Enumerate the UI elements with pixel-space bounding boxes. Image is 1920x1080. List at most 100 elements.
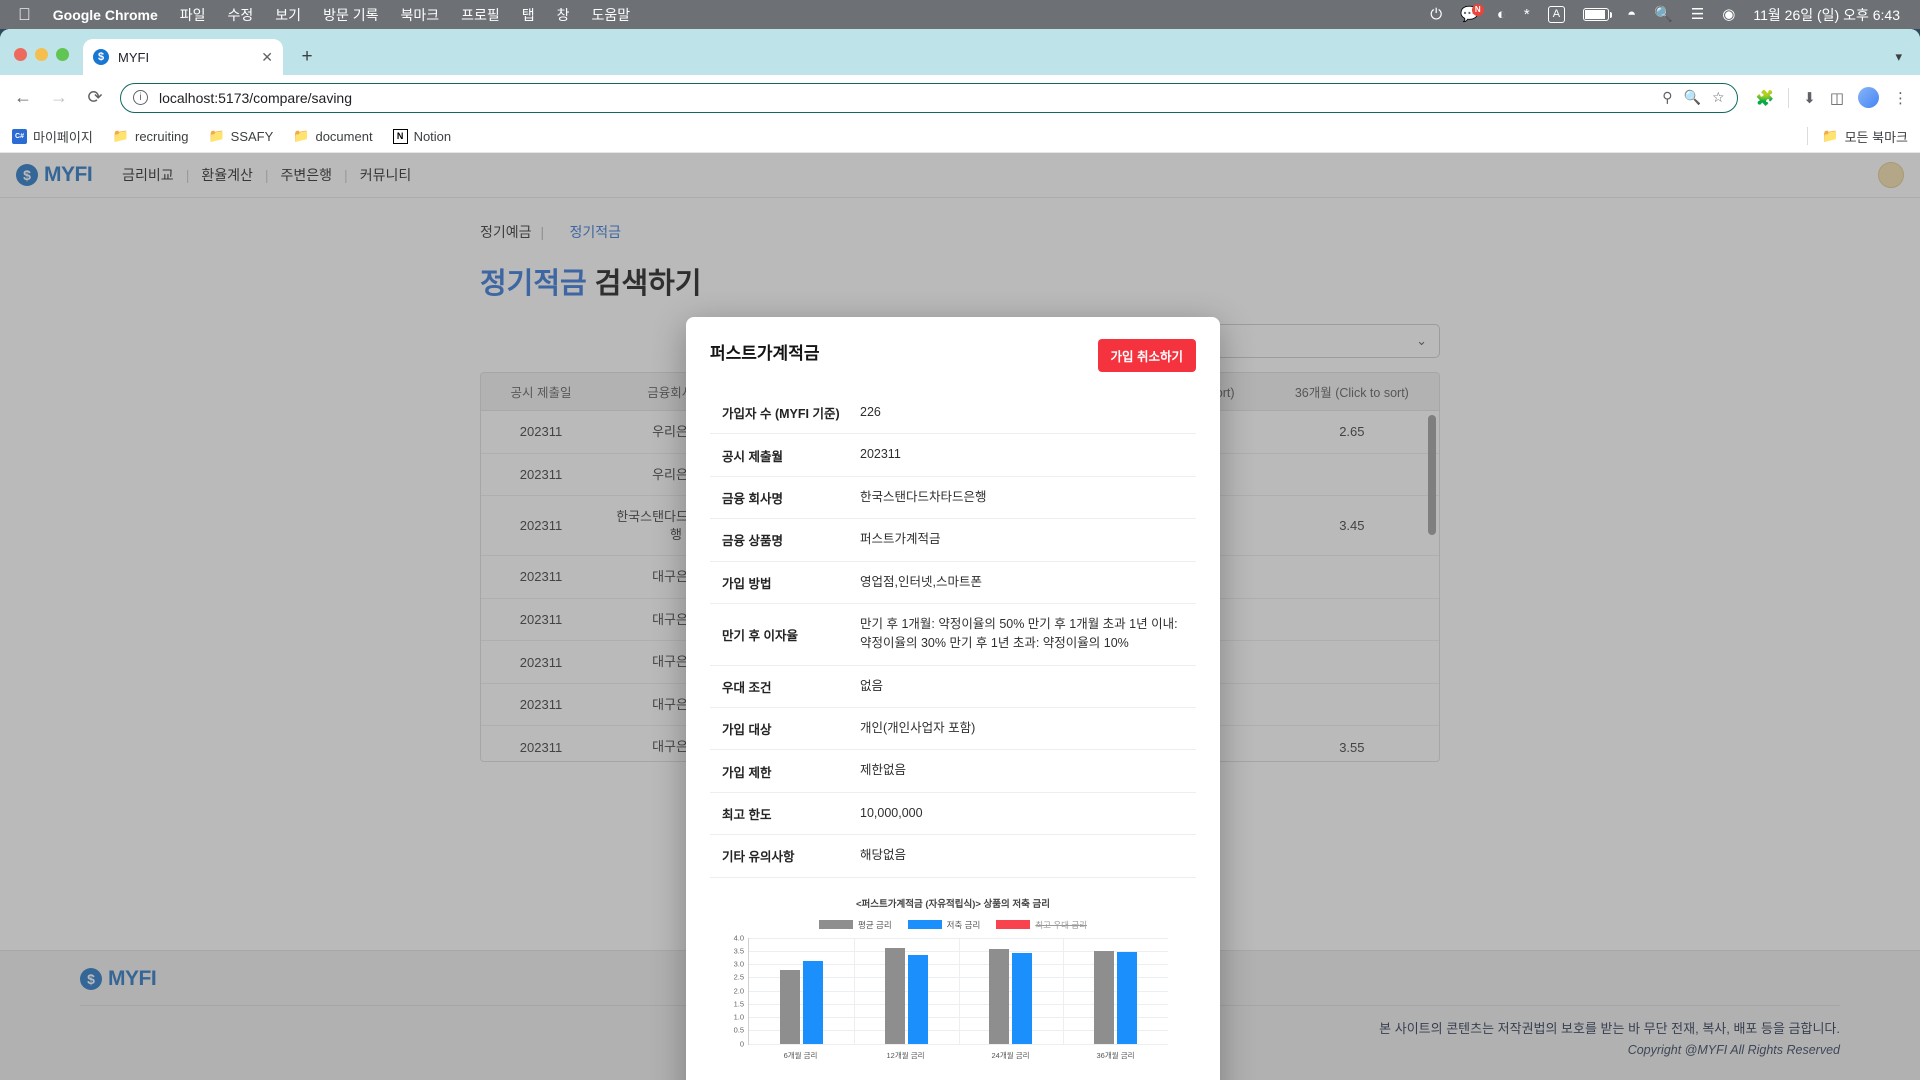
tab-strip: $ MYFI ✕ + ▾ bbox=[0, 29, 1920, 75]
bookmark-label: document bbox=[315, 129, 372, 144]
extensions-icon[interactable]: 🧩 bbox=[1756, 89, 1775, 107]
close-tab-icon[interactable]: ✕ bbox=[261, 49, 273, 66]
detail-label: 만기 후 이자율 bbox=[710, 603, 860, 665]
detail-row: 금융 회사명한국스탠다드차타드은행 bbox=[710, 476, 1196, 518]
bar[interactable] bbox=[908, 955, 928, 1044]
menubar-item-edit[interactable]: 수정 bbox=[228, 5, 254, 25]
search-icon[interactable]: 🔍 bbox=[1654, 7, 1673, 22]
bar[interactable] bbox=[1094, 951, 1114, 1044]
menubar-app-name[interactable]: Google Chrome bbox=[53, 7, 158, 23]
y-axis-tick: 2.0 bbox=[734, 986, 744, 995]
browser-tab[interactable]: $ MYFI ✕ bbox=[83, 39, 283, 75]
chrome-window: $ MYFI ✕ + ▾ ← → ⟳ i localhost:5173/comp… bbox=[0, 29, 1920, 1080]
menubar-item-file[interactable]: 파일 bbox=[180, 5, 206, 25]
close-window-button[interactable] bbox=[14, 48, 27, 61]
bookmark-star-icon[interactable]: ☆ bbox=[1712, 89, 1725, 106]
browser-toolbar: ← → ⟳ i localhost:5173/compare/saving ⚲ … bbox=[0, 75, 1920, 120]
menubar-clock[interactable]: 11월 26일 (일) 오후 6:43 bbox=[1753, 5, 1900, 25]
x-axis-tick: 12개월 금리 bbox=[853, 1050, 958, 1061]
menubar-item-help[interactable]: 도움말 bbox=[592, 5, 631, 25]
all-bookmarks-button[interactable]: 📁 모든 북마크 bbox=[1822, 127, 1908, 146]
macos-menubar:  Google Chrome 파일 수정 보기 방문 기록 북마크 프로필 탭… bbox=[0, 0, 1920, 29]
wifi-icon[interactable]: ◓ bbox=[1627, 7, 1636, 22]
download-icon[interactable]: ⬇ bbox=[1803, 89, 1816, 107]
bookmark-item-ssafy[interactable]: 📁 SSAFY bbox=[208, 128, 273, 144]
password-key-icon[interactable]: ⚲ bbox=[1662, 89, 1672, 106]
detail-value: 영업점,인터넷,스마트폰 bbox=[860, 561, 1196, 603]
legend-label: 최고 우대 금리 bbox=[1035, 919, 1087, 931]
profile-avatar[interactable] bbox=[1858, 87, 1879, 108]
messages-badge: N bbox=[1472, 4, 1484, 16]
legend-label: 저축 금리 bbox=[947, 919, 981, 931]
chart-legend: 평균 금리 저축 금리 최고 우대 금리 bbox=[710, 919, 1196, 931]
site-info-icon[interactable]: i bbox=[133, 90, 148, 105]
detail-label: 기타 유의사항 bbox=[710, 835, 860, 877]
menubar-item-bookmarks[interactable]: 북마크 bbox=[400, 5, 439, 25]
y-axis-tick: 2.5 bbox=[734, 973, 744, 982]
legend-item[interactable]: 저축 금리 bbox=[908, 919, 981, 931]
menubar-item-window[interactable]: 창 bbox=[557, 5, 570, 25]
control-center-icon[interactable]: ◐ bbox=[1497, 7, 1506, 22]
battery-icon[interactable] bbox=[1583, 8, 1609, 21]
legend-item[interactable]: 평균 금리 bbox=[819, 919, 892, 931]
bluetooth-icon[interactable]: * bbox=[1524, 7, 1530, 22]
menubar-item-history[interactable]: 방문 기록 bbox=[323, 5, 378, 25]
bookmark-label: Notion bbox=[414, 129, 452, 144]
x-axis-tick: 36개월 금리 bbox=[1063, 1050, 1168, 1061]
bar[interactable] bbox=[803, 961, 823, 1043]
back-button[interactable]: ← bbox=[12, 87, 34, 108]
toolbar-divider bbox=[1788, 88, 1789, 108]
power-icon[interactable]: ⏻ bbox=[1430, 7, 1442, 22]
detail-value: 10,000,000 bbox=[860, 792, 1196, 834]
legend-swatch-icon bbox=[996, 920, 1030, 929]
tab-favicon: $ bbox=[93, 49, 109, 65]
cancel-subscription-button[interactable]: 가입 취소하기 bbox=[1098, 339, 1196, 372]
sidepanel-icon[interactable]: ◫ bbox=[1830, 89, 1844, 107]
notion-icon: N bbox=[393, 129, 408, 144]
bar[interactable] bbox=[885, 948, 905, 1044]
bar-group bbox=[854, 938, 959, 1044]
detail-label: 가입 방법 bbox=[710, 561, 860, 603]
detail-label: 가입 대상 bbox=[710, 708, 860, 750]
bar[interactable] bbox=[780, 970, 800, 1044]
new-tab-button[interactable]: + bbox=[293, 43, 321, 71]
bookmark-item-recruiting[interactable]: 📁 recruiting bbox=[113, 128, 189, 144]
bar[interactable] bbox=[1117, 952, 1137, 1043]
siri-icon[interactable]: ◉ bbox=[1722, 7, 1735, 22]
detail-label: 가입 제한 bbox=[710, 750, 860, 792]
chart-title: <퍼스트가계적금 (자유적립식)> 상품의 저축 금리 bbox=[710, 896, 1196, 910]
legend-item[interactable]: 최고 우대 금리 bbox=[996, 919, 1087, 931]
forward-button[interactable]: → bbox=[48, 87, 70, 108]
legend-swatch-icon bbox=[819, 920, 853, 929]
legend-label: 평균 금리 bbox=[858, 919, 892, 931]
messages-icon[interactable]: 💬N bbox=[1460, 7, 1479, 22]
apple-icon[interactable]:  bbox=[18, 6, 31, 23]
bar[interactable] bbox=[989, 949, 1009, 1043]
page-viewport: $ MYFI 금리비교 | 환율계산 | 주변은행 | 커뮤니티 정기예금 | bbox=[0, 153, 1920, 1080]
product-detail-body: 가입자 수 (MYFI 기준)226공시 제출월202311금융 회사명한국스탠… bbox=[710, 392, 1196, 877]
bar[interactable] bbox=[1012, 953, 1032, 1043]
menubar-item-profile[interactable]: 프로필 bbox=[461, 5, 500, 25]
maximize-window-button[interactable] bbox=[56, 48, 69, 61]
detail-row: 우대 조건없음 bbox=[710, 665, 1196, 707]
menubar-item-view[interactable]: 보기 bbox=[275, 5, 301, 25]
bookmark-item-notion[interactable]: N Notion bbox=[393, 129, 452, 144]
chart-plot-area: 4.03.53.02.52.01.51.00.50 bbox=[748, 938, 1168, 1045]
bookmark-item-document[interactable]: 📁 document bbox=[293, 128, 372, 144]
chevron-down-icon[interactable]: ▾ bbox=[1895, 49, 1902, 65]
control-strip-icon[interactable]: ☰ bbox=[1691, 7, 1704, 22]
detail-row: 공시 제출월202311 bbox=[710, 434, 1196, 476]
address-bar[interactable]: i localhost:5173/compare/saving ⚲ 🔍 ☆ bbox=[120, 83, 1738, 113]
detail-row: 기타 유의사항해당없음 bbox=[710, 835, 1196, 877]
reload-button[interactable]: ⟳ bbox=[84, 87, 106, 108]
bookmark-item-mypage[interactable]: C# 마이페이지 bbox=[12, 127, 93, 146]
minimize-window-button[interactable] bbox=[35, 48, 48, 61]
bar-groups bbox=[749, 938, 1168, 1044]
bookmark-label: 마이페이지 bbox=[33, 127, 93, 146]
kebab-menu-icon[interactable]: ⋮ bbox=[1893, 89, 1908, 107]
zoom-icon[interactable]: 🔍 bbox=[1684, 89, 1701, 106]
bookmark-label: recruiting bbox=[135, 129, 188, 144]
input-source-icon[interactable]: A bbox=[1548, 6, 1565, 23]
menubar-item-tab[interactable]: 탭 bbox=[522, 5, 535, 25]
address-bar-url: localhost:5173/compare/saving bbox=[159, 90, 1651, 106]
